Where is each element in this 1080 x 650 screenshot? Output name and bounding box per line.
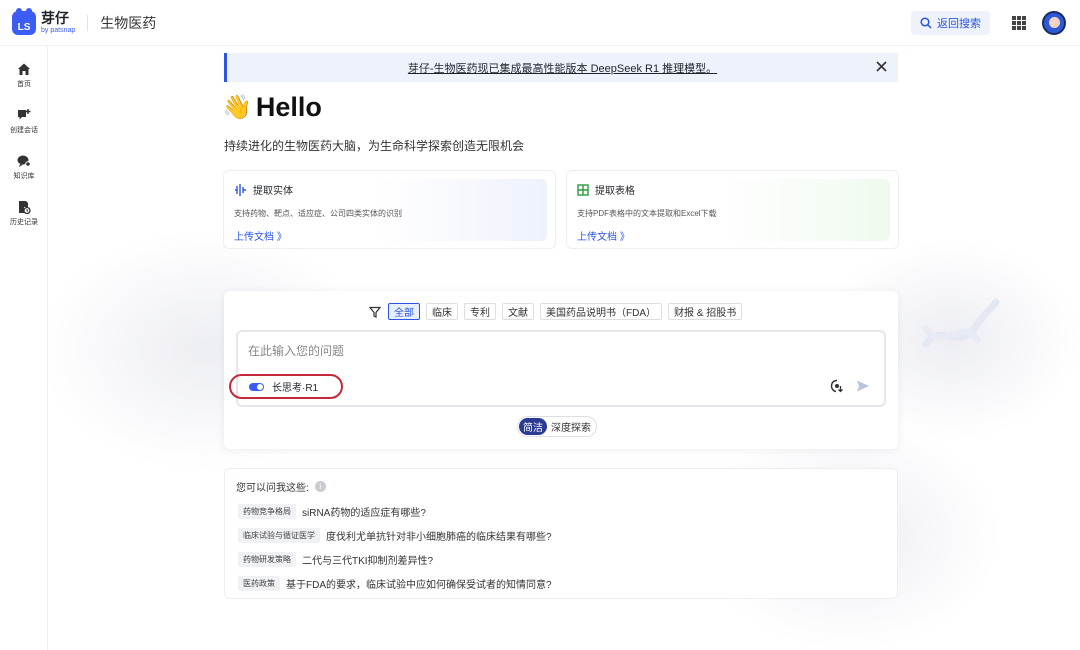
suggestion-tag: 临床试验与循证医学	[238, 528, 320, 543]
logo-name: 芽仔	[41, 10, 69, 26]
filter-chip-clinical[interactable]: 临床	[426, 303, 458, 320]
source-filter-bar: 全部 临床 专利 文献 美国药品说明书（FDA） 财报 & 招股书	[369, 303, 748, 320]
suggestion-question: 度伐利尤单抗针对非小细胞肺癌的临床结果有哪些?	[326, 532, 552, 543]
sidebar-item-label: 首页	[17, 81, 31, 88]
apps-grid-icon[interactable]	[1012, 15, 1026, 30]
filter-chip-patent[interactable]: 专利	[464, 303, 496, 320]
extract-table-card[interactable]: 提取表格 支持PDF表格中的文本提取和Excel下载 上传文档 》	[566, 170, 899, 249]
greeting-subtitle: 持续进化的生物医药大脑，为生命科学探索创造无限机会	[224, 139, 525, 153]
page-title: 生物医药	[100, 14, 157, 31]
table-icon	[577, 183, 589, 196]
upload-document-link[interactable]: 上传文档 》	[577, 228, 630, 243]
home-icon	[18, 63, 30, 75]
question-input-placeholder: 在此输入您的问题	[248, 344, 345, 358]
filter-chip-financial-report[interactable]: 财报 & 招股书	[668, 303, 743, 320]
announcement-banner: 芽仔-生物医药现已集成最高性能版本 DeepSeek R1 推理模型。	[224, 53, 898, 82]
suggestion-item[interactable]: 药物研发策略 二代与三代TKI抑制剂差异性?	[238, 552, 433, 567]
suggestion-tag: 医药政策	[238, 576, 280, 591]
suggestion-tag: 药物竞争格局	[238, 504, 296, 519]
sidebar-item-new-chat[interactable]: 创建会话	[0, 108, 48, 135]
card-description: 支持PDF表格中的文本提取和Excel下载	[577, 209, 717, 218]
logo-mark-icon: LS	[12, 7, 36, 35]
top-bar: LS 芽仔 by patsnap 生物医药 返回搜索	[0, 0, 1080, 46]
upload-document-link[interactable]: 上传文档 》	[234, 228, 287, 243]
deep-think-toggle[interactable]: 长思考·R1	[229, 374, 343, 399]
suggestions-panel: 您可以问我这些: i 药物竞争格局 siRNA药物的适应症有哪些? 临床试验与循…	[224, 468, 898, 599]
suggestion-tag: 药物研发策略	[238, 552, 296, 567]
question-input[interactable]: 在此输入您的问题 长思考·R1	[229, 330, 886, 407]
knowledge-icon	[17, 155, 31, 167]
suggestion-item[interactable]: 临床试验与循证医学 度伐利尤单抗针对非小细胞肺癌的临床结果有哪些?	[238, 528, 552, 543]
header-divider	[87, 14, 89, 31]
sidebar-item-label: 创建会话	[10, 127, 38, 134]
back-to-search-button[interactable]: 返回搜索	[911, 10, 990, 35]
history-icon	[19, 201, 31, 214]
logo-sub: by patsnap	[41, 27, 76, 34]
greeting-title: Hello	[255, 92, 322, 122]
sidebar-item-history[interactable]: 历史记录	[0, 200, 48, 227]
close-icon[interactable]	[875, 60, 888, 73]
wave-emoji-icon: 👋	[222, 94, 252, 121]
greeting: 👋 Hello	[222, 92, 322, 123]
sidebar-item-knowledge[interactable]: 知识库	[0, 154, 48, 181]
card-title: 提取实体	[253, 186, 293, 197]
suggestions-heading: 您可以问我这些:	[236, 483, 309, 494]
avatar[interactable]	[1042, 10, 1066, 35]
deep-think-label: 长思考·R1	[272, 383, 319, 394]
suggestion-item[interactable]: 医药政策 基于FDA的要求，临床试验中应如何确保受试者的知情同意?	[238, 576, 552, 591]
app-logo[interactable]: LS 芽仔 by patsnap	[12, 7, 76, 35]
suggestion-question: 二代与三代TKI抑制剂差异性?	[302, 556, 434, 567]
announcement-link[interactable]: 芽仔-生物医药现已集成最高性能版本 DeepSeek R1 推理模型。	[408, 60, 717, 76]
sidebar: 首页 创建会话 知识库 历史记录	[0, 46, 48, 650]
card-title: 提取表格	[595, 186, 635, 197]
send-icon[interactable]	[856, 379, 870, 393]
upload-file-icon[interactable]	[830, 379, 844, 393]
suggestion-question: 基于FDA的要求，临床试验中应如何确保受试者的知情同意?	[286, 580, 552, 591]
mode-concise-button[interactable]: 简洁	[519, 418, 547, 435]
info-icon[interactable]: i	[314, 481, 326, 492]
answer-mode-switch: 简洁 深度探索	[517, 416, 597, 437]
new-chat-icon	[18, 109, 31, 120]
filter-chip-fda-label[interactable]: 美国药品说明书（FDA）	[540, 303, 662, 320]
back-to-search-label: 返回搜索	[937, 17, 981, 30]
question-panel: 全部 临床 专利 文献 美国药品说明书（FDA） 财报 & 招股书 在此输入您的…	[224, 291, 898, 449]
sidebar-item-label: 历史记录	[10, 219, 38, 226]
dna-decoration-icon	[922, 298, 1000, 348]
sidebar-item-label: 知识库	[13, 173, 35, 180]
search-icon	[920, 16, 932, 29]
sidebar-item-home[interactable]: 首页	[0, 62, 48, 89]
suggestion-question: siRNA药物的适应症有哪些?	[302, 508, 426, 519]
toggle-switch[interactable]	[249, 382, 264, 391]
extract-entity-card[interactable]: 提取实体 支持药物、靶点、适应症、公司四类实体的识别 上传文档 》	[223, 170, 556, 249]
suggestion-item[interactable]: 药物竞争格局 siRNA药物的适应症有哪些?	[238, 504, 426, 519]
filter-chip-all[interactable]: 全部	[388, 303, 420, 320]
filter-chip-literature[interactable]: 文献	[502, 303, 534, 320]
filter-icon[interactable]	[369, 306, 381, 318]
mode-deep-explore-button[interactable]: 深度探索	[547, 418, 595, 435]
card-description: 支持药物、靶点、适应症、公司四类实体的识别	[234, 209, 402, 218]
entity-icon	[235, 183, 246, 196]
